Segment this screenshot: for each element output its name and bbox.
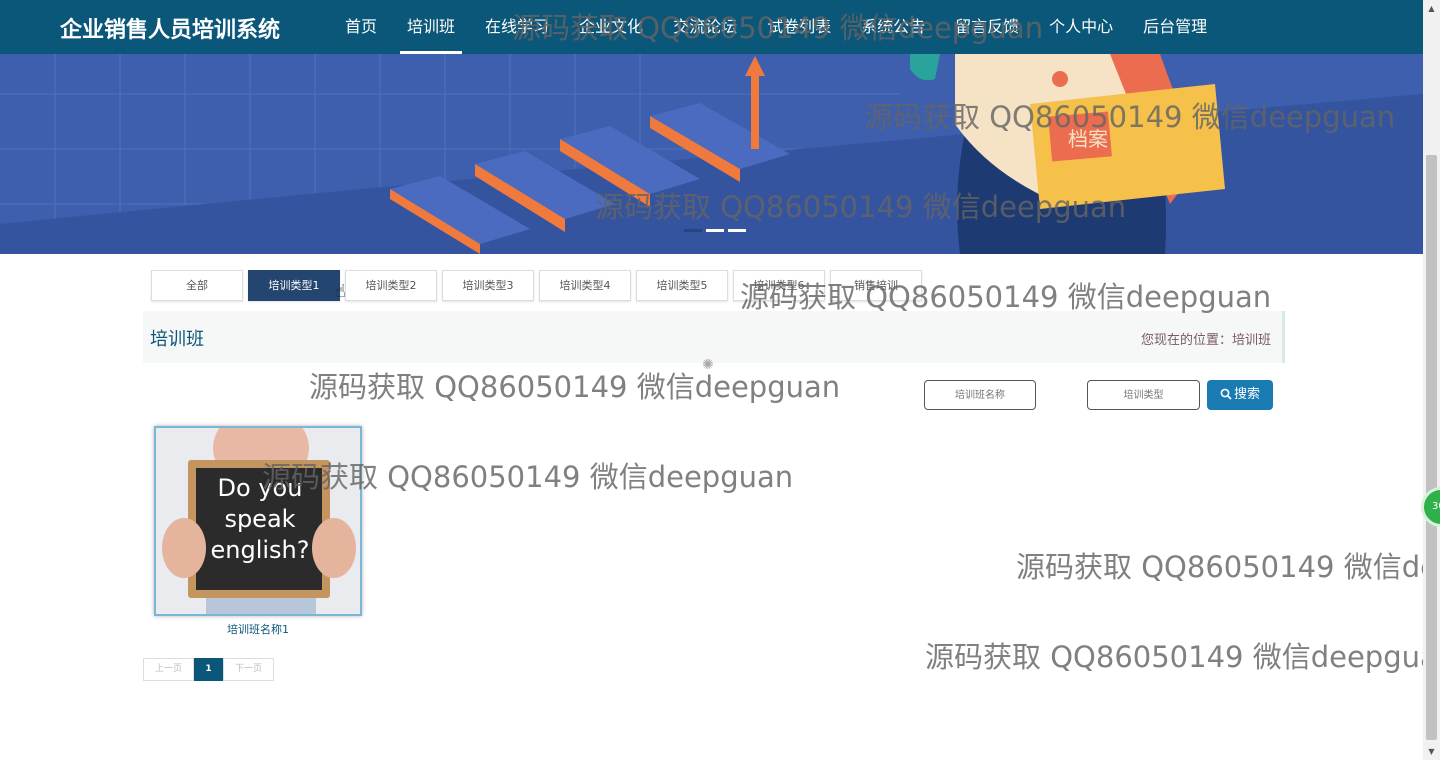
next-page-button[interactable]: 下一页 bbox=[223, 658, 274, 681]
nav-item-feedback[interactable]: 留言反馈 bbox=[940, 0, 1034, 54]
type-tab-type6[interactable]: 培训类型6 bbox=[733, 270, 825, 301]
carousel-dot-1[interactable] bbox=[684, 229, 702, 232]
carousel-dot-2[interactable] bbox=[706, 229, 724, 232]
type-filter-tabs: 全部 培训类型1 培训类型2 培训类型3 培训类型4 培训类型5 培训类型6 销… bbox=[151, 270, 922, 301]
carousel-dot-3[interactable] bbox=[728, 229, 746, 232]
training-class-name[interactable]: 培训班名称1 bbox=[154, 621, 362, 637]
type-tab-type3[interactable]: 培训类型3 bbox=[442, 270, 534, 301]
training-class-card[interactable]: Do you speak english? 培训班名称1 bbox=[154, 426, 362, 637]
banner-illustration: 档案 bbox=[0, 54, 1423, 254]
type-tab-type1[interactable]: 培训类型1 bbox=[248, 270, 340, 301]
type-tab-type5[interactable]: 培训类型5 bbox=[636, 270, 728, 301]
hand-cursor-icon: ☝ bbox=[335, 281, 346, 302]
scroll-up-arrow-icon[interactable]: ▲ bbox=[1423, 0, 1440, 17]
main-nav: 首页 培训班 在线学习 企业文化 交流论坛 试卷列表 系统公告 留言反馈 个人中… bbox=[330, 0, 1222, 54]
type-tab-type4[interactable]: 培训类型4 bbox=[539, 270, 631, 301]
section-title: 培训班 bbox=[150, 329, 204, 350]
nav-item-home[interactable]: 首页 bbox=[330, 0, 392, 54]
breadcrumb-current[interactable]: 培训班 bbox=[1232, 333, 1271, 348]
carousel-dots bbox=[684, 229, 746, 232]
page-number-button[interactable]: 1 bbox=[194, 658, 223, 681]
breadcrumb: 您现在的位置：培训班 bbox=[1141, 329, 1271, 348]
loading-spinner-icon: ✺ bbox=[702, 357, 714, 373]
breadcrumb-prefix: 您现在的位置： bbox=[1140, 333, 1232, 348]
banner-badge-text: 档案 bbox=[1068, 127, 1108, 151]
banner-carousel[interactable]: 档案 bbox=[0, 54, 1423, 254]
watermark-text: 源码获取 QQ86050149 微信de bbox=[1016, 550, 1438, 584]
nav-item-admin[interactable]: 后台管理 bbox=[1128, 0, 1222, 54]
prev-page-button[interactable]: 上一页 bbox=[143, 658, 194, 681]
board-text-line-2: speak bbox=[224, 505, 296, 533]
board-text-line-1: Do you bbox=[217, 474, 303, 502]
type-tab-type2[interactable]: 培训类型2 bbox=[345, 270, 437, 301]
board-text: Do you speak english? bbox=[191, 473, 329, 566]
watermark-text: 源码获取 QQ86050149 微信deepgua bbox=[925, 640, 1438, 674]
page: 企业销售人员培训系统 首页 培训班 在线学习 企业文化 交流论坛 试卷列表 系统… bbox=[0, 0, 1440, 760]
type-tab-sales[interactable]: 销售培训 bbox=[830, 270, 922, 301]
board-text-line-3: english? bbox=[210, 536, 310, 564]
nav-item-forum[interactable]: 交流论坛 bbox=[658, 0, 752, 54]
search-icon bbox=[1220, 388, 1232, 400]
nav-item-personal-center[interactable]: 个人中心 bbox=[1034, 0, 1128, 54]
section-header: 培训班 您现在的位置：培训班 bbox=[143, 311, 1285, 363]
nav-item-training-class[interactable]: 培训班 bbox=[392, 0, 470, 54]
training-class-image[interactable]: Do you speak english? bbox=[154, 426, 362, 616]
search-button-label: 搜索 bbox=[1233, 387, 1260, 402]
pagination: 上一页 1 下一页 bbox=[143, 658, 274, 681]
nav-item-online-learning[interactable]: 在线学习 bbox=[470, 0, 564, 54]
nav-item-announcements[interactable]: 系统公告 bbox=[846, 0, 940, 54]
page-scrollbar[interactable]: ▲ ▼ bbox=[1423, 0, 1440, 760]
site-title: 企业销售人员培训系统 bbox=[60, 18, 281, 43]
scroll-down-arrow-icon[interactable]: ▼ bbox=[1423, 743, 1440, 760]
search-button[interactable]: 搜索 bbox=[1207, 380, 1273, 410]
type-tab-all[interactable]: 全部 bbox=[151, 270, 243, 301]
top-navbar: 企业销售人员培训系统 首页 培训班 在线学习 企业文化 交流论坛 试卷列表 系统… bbox=[0, 0, 1423, 54]
watermark-text: 源码获取 QQ86050149 微信deepguan bbox=[309, 370, 841, 404]
nav-item-exam-list[interactable]: 试卷列表 bbox=[752, 0, 846, 54]
scrollbar-thumb[interactable] bbox=[1426, 155, 1437, 740]
class-name-search-input[interactable] bbox=[924, 380, 1036, 410]
nav-item-corporate-culture[interactable]: 企业文化 bbox=[564, 0, 658, 54]
training-type-search-input[interactable] bbox=[1087, 380, 1200, 410]
